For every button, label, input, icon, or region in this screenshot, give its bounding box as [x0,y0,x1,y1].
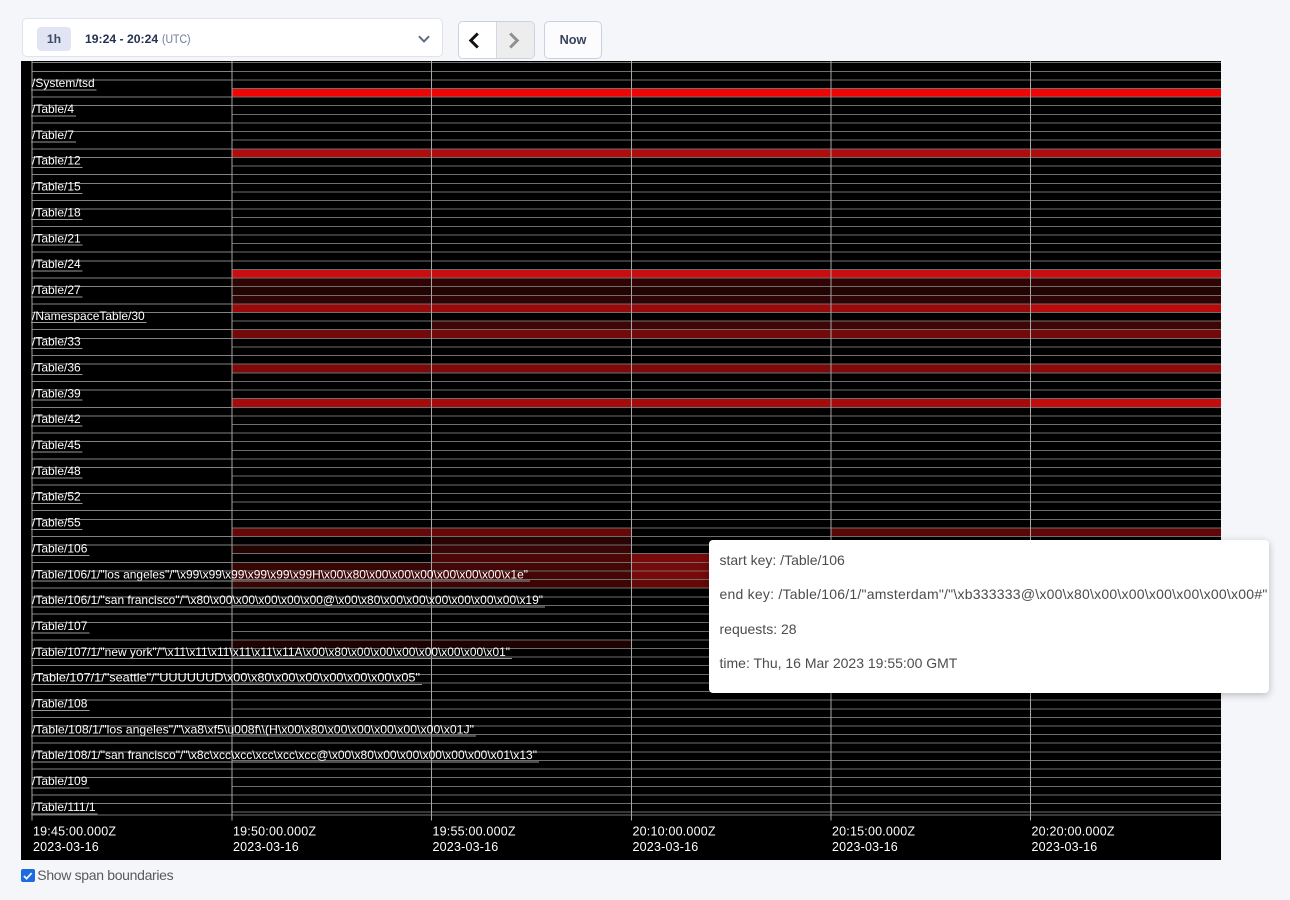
svg-text:19:45:00.000Z: 19:45:00.000Z [33,824,116,838]
svg-text:/Table/106/1/"los angeles"/"\x: /Table/106/1/"los angeles"/"\x99\x99\x99… [32,567,528,581]
svg-text:/Table/109: /Table/109 [32,774,88,788]
svg-text:/System/tsd: /System/tsd [32,76,95,90]
svg-text:/Table/107: /Table/107 [32,619,88,633]
svg-text:/Table/108/1/"los angeles"/"\x: /Table/108/1/"los angeles"/"\xa8\xf5\u00… [32,722,474,736]
svg-text:/Table/39: /Table/39 [32,386,81,400]
svg-text:/Table/55: /Table/55 [32,516,81,530]
svg-text:2023-03-16: 2023-03-16 [433,840,499,854]
svg-text:/Table/106/1/"san francisco"/": /Table/106/1/"san francisco"/"\x80\x00\x… [32,593,543,607]
svg-text:2023-03-16: 2023-03-16 [233,840,299,854]
svg-text:19:50:00.000Z: 19:50:00.000Z [233,824,316,838]
svg-text:/Table/45: /Table/45 [32,438,81,452]
svg-text:/Table/108/1/"san francisco"/": /Table/108/1/"san francisco"/"\x8c\xcc\x… [32,748,537,762]
svg-text:/Table/111/1: /Table/111/1 [32,800,96,814]
svg-text:/Table/27: /Table/27 [32,283,81,297]
svg-text:/Table/12: /Table/12 [32,154,81,168]
svg-text:/Table/36: /Table/36 [32,361,81,375]
svg-text:20:10:00.000Z: 20:10:00.000Z [633,824,716,838]
svg-text:/Table/107/1/"new york"/"\x11\: /Table/107/1/"new york"/"\x11\x11\x11\x1… [32,645,510,659]
svg-text:/Table/52: /Table/52 [32,490,81,504]
svg-text:20:20:00.000Z: 20:20:00.000Z [1032,824,1115,838]
svg-text:/Table/4: /Table/4 [32,102,74,116]
svg-text:2023-03-16: 2023-03-16 [33,840,99,854]
svg-text:/Table/7: /Table/7 [32,128,74,142]
svg-text:20:15:00.000Z: 20:15:00.000Z [832,824,915,838]
svg-text:/Table/42: /Table/42 [32,412,81,426]
svg-text:/Table/106: /Table/106 [32,541,88,555]
svg-text:/Table/107/1/"seattle"/"UUUUUU: /Table/107/1/"seattle"/"UUUUUUD\x00\x80\… [32,671,420,685]
svg-text:2023-03-16: 2023-03-16 [832,840,898,854]
svg-text:/Table/18: /Table/18 [32,205,81,219]
svg-text:/Table/15: /Table/15 [32,180,81,194]
svg-text:/NamespaceTable/30: /NamespaceTable/30 [32,309,145,323]
svg-text:/Table/48: /Table/48 [32,464,81,478]
svg-text:/Table/108: /Table/108 [32,696,88,710]
svg-text:2023-03-16: 2023-03-16 [633,840,699,854]
svg-text:2023-03-16: 2023-03-16 [1032,840,1098,854]
svg-text:/Table/33: /Table/33 [32,335,81,349]
svg-text:/Table/24: /Table/24 [32,257,81,271]
svg-text:19:55:00.000Z: 19:55:00.000Z [433,824,516,838]
svg-text:/Table/21: /Table/21 [32,231,81,245]
